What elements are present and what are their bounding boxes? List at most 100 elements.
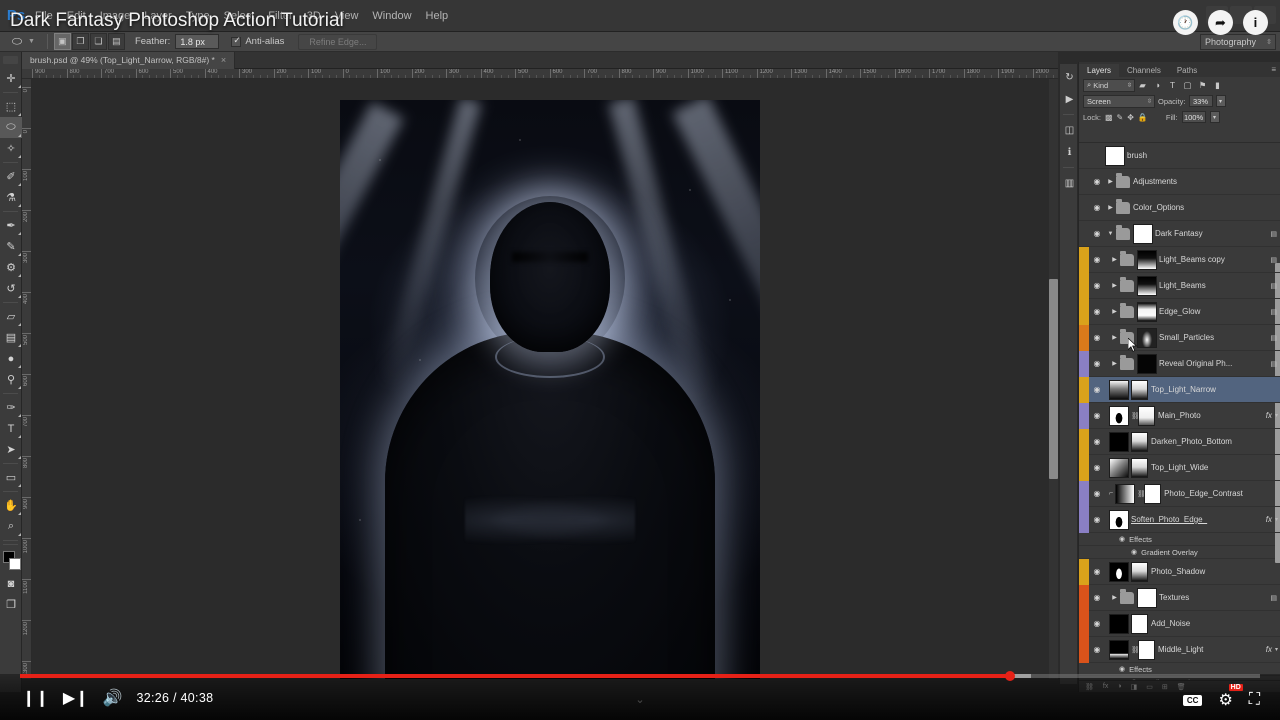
layer-visibility-icon[interactable]: ◉ bbox=[1089, 585, 1105, 611]
layer-visibility-icon[interactable]: ◉ bbox=[1089, 377, 1105, 403]
layer-color-label[interactable] bbox=[1079, 455, 1089, 481]
fullscreen-button[interactable]: ⛶ bbox=[1249, 691, 1260, 709]
next-video-button[interactable]: ▶❙ bbox=[63, 688, 89, 708]
canvas-scrollbar-thumb[interactable] bbox=[1049, 279, 1058, 479]
layer-mask-thumbnail[interactable] bbox=[1144, 484, 1161, 504]
layer-color-label[interactable] bbox=[1079, 195, 1089, 221]
layer-visibility-icon[interactable]: ◉ bbox=[1089, 507, 1105, 533]
lasso-tool-icon[interactable]: ⬭ bbox=[6, 33, 28, 51]
layer-name[interactable]: Top_Light_Narrow bbox=[1151, 385, 1280, 394]
layer-effects-row[interactable]: ◉Effects bbox=[1079, 533, 1280, 546]
dodge-tool[interactable]: ⚲ bbox=[0, 369, 22, 390]
layer-name[interactable]: Small_Particles bbox=[1159, 333, 1270, 342]
layer-row[interactable]: ◉▶Small_Particles▤ bbox=[1079, 325, 1280, 351]
layer-row[interactable]: ◉ Top_Light_Narrow bbox=[1079, 377, 1280, 403]
layer-visibility-icon[interactable]: ◉ bbox=[1089, 247, 1105, 273]
filter-smart-object-icon[interactable]: ⚑ bbox=[1195, 79, 1210, 92]
layer-thumbnail[interactable] bbox=[1137, 276, 1157, 296]
layer-name[interactable]: Light_Beams copy bbox=[1159, 255, 1270, 264]
layer-row[interactable]: ◉▶Color_Options bbox=[1079, 195, 1280, 221]
layer-name[interactable]: brush bbox=[1127, 151, 1280, 160]
layer-thumbnail[interactable] bbox=[1109, 432, 1129, 452]
layer-name[interactable]: Color_Options bbox=[1133, 203, 1280, 212]
fill-value[interactable]: 100% bbox=[1182, 111, 1206, 123]
actions-panel-icon[interactable]: ▥ bbox=[1060, 172, 1079, 194]
layer-name[interactable]: Soften_Photo_Edge_ bbox=[1131, 515, 1266, 524]
subtract-from-selection-button[interactable]: ❏ bbox=[90, 33, 107, 50]
path-selection-tool[interactable]: ➤ bbox=[0, 439, 22, 460]
layer-row[interactable]: ◉⛓Main_Photofx▾ bbox=[1079, 403, 1280, 429]
eye-icon[interactable]: ◉ bbox=[1119, 665, 1125, 673]
filter-type-icon[interactable]: T bbox=[1165, 79, 1180, 92]
progress-scrubber[interactable] bbox=[1005, 671, 1015, 681]
rectangle-tool[interactable]: ▭ bbox=[0, 467, 22, 488]
layer-visibility-icon[interactable]: ◉ bbox=[1089, 429, 1105, 455]
layer-visibility-icon[interactable]: ◉ bbox=[1089, 611, 1105, 637]
layer-row[interactable]: ◉Top_Light_Wide bbox=[1079, 455, 1280, 481]
layer-row[interactable]: ◉ Darken_Photo_Bottom bbox=[1079, 429, 1280, 455]
zoom-tool[interactable]: ⌕ bbox=[0, 516, 22, 537]
rectangular-marquee-tool[interactable]: ⬚ bbox=[0, 96, 22, 117]
layer-color-label[interactable] bbox=[1079, 377, 1089, 403]
layer-color-label[interactable] bbox=[1079, 299, 1089, 325]
canvas-scrollbar-track[interactable] bbox=[1049, 79, 1058, 679]
actions-play-icon[interactable]: ▶ bbox=[1060, 88, 1079, 110]
layer-thumbnail[interactable] bbox=[1137, 588, 1157, 608]
layer-name[interactable]: Photo_Edge_Contrast bbox=[1164, 489, 1280, 498]
layer-thumbnail[interactable] bbox=[1137, 354, 1157, 374]
layer-name[interactable]: Textures bbox=[1159, 593, 1270, 602]
eyedropper-tool[interactable]: ⚗ bbox=[0, 187, 22, 208]
layer-visibility-icon[interactable] bbox=[1089, 143, 1105, 169]
layer-color-label[interactable] bbox=[1079, 559, 1089, 585]
document-tab[interactable]: brush.psd @ 49% (Top_Light_Narrow, RGB/8… bbox=[22, 52, 235, 69]
intersect-selection-button[interactable]: ▤ bbox=[108, 33, 125, 50]
spot-healing-brush-tool[interactable]: ✒ bbox=[0, 215, 22, 236]
layer-visibility-icon[interactable]: ◉ bbox=[1089, 351, 1105, 377]
layer-name[interactable]: Top_Light_Wide bbox=[1151, 463, 1280, 472]
layer-mask-thumbnail[interactable] bbox=[1138, 640, 1155, 660]
layer-name[interactable]: Adjustments bbox=[1133, 177, 1280, 186]
layer-row[interactable]: ◉⌐⛓Photo_Edge_Contrast bbox=[1079, 481, 1280, 507]
pause-button[interactable]: ❙❙ bbox=[22, 688, 49, 708]
type-tool[interactable]: T bbox=[0, 418, 22, 439]
layer-list[interactable]: brush◉▶Adjustments◉▶Color_Options◉▼Dark … bbox=[1079, 142, 1280, 680]
layer-expand-chevron-icon[interactable]: ▶ bbox=[1109, 308, 1120, 315]
layer-color-label[interactable] bbox=[1079, 169, 1089, 195]
layer-row[interactable]: ◉▶Reveal Original Ph...▤ bbox=[1079, 351, 1280, 377]
info-panel-icon[interactable]: ℹ bbox=[1060, 141, 1079, 163]
history-brush-tool[interactable]: ↺ bbox=[0, 278, 22, 299]
layer-name[interactable]: Dark Fantasy bbox=[1155, 229, 1270, 238]
add-to-selection-button[interactable]: ❐ bbox=[72, 33, 89, 50]
tool-preset-chevron-icon[interactable]: ▼ bbox=[28, 38, 35, 45]
layer-thumbnail[interactable] bbox=[1109, 406, 1129, 426]
panel-menu-icon[interactable]: ≡ bbox=[1271, 65, 1276, 74]
layer-effects-fx-icon[interactable]: fx bbox=[1266, 515, 1272, 524]
lock-transparent-pixels-icon[interactable]: ▩ bbox=[1105, 113, 1113, 122]
layer-effect-item[interactable]: ◉Gradient Overlay bbox=[1079, 546, 1280, 559]
layer-expand-chevron-icon[interactable]: ▶ bbox=[1109, 334, 1120, 341]
layer-color-label[interactable] bbox=[1079, 429, 1089, 455]
layer-name[interactable]: Add_Noise bbox=[1151, 619, 1280, 628]
layer-visibility-icon[interactable]: ◉ bbox=[1089, 325, 1105, 351]
feather-input[interactable]: 1.8 px bbox=[175, 34, 219, 49]
panel-tab-channels[interactable]: Channels bbox=[1119, 64, 1169, 77]
layer-name[interactable]: Darken_Photo_Bottom bbox=[1151, 437, 1280, 446]
layer-thumbnail[interactable] bbox=[1109, 640, 1129, 660]
layer-thumbnail[interactable] bbox=[1137, 250, 1157, 270]
anti-alias-checkbox[interactable]: Anti-alias bbox=[231, 36, 284, 47]
menu-item-window[interactable]: Window bbox=[365, 0, 418, 32]
filter-shape-icon[interactable]: ▢ bbox=[1180, 79, 1195, 92]
layer-color-label[interactable] bbox=[1079, 585, 1089, 611]
lock-position-icon[interactable]: ✥ bbox=[1127, 113, 1134, 122]
layer-row[interactable]: ◉⛓Middle_Lightfx▾ bbox=[1079, 637, 1280, 663]
layer-row[interactable]: ◉ Add_Noise bbox=[1079, 611, 1280, 637]
layer-visibility-icon[interactable]: ◉ bbox=[1089, 403, 1105, 429]
layer-row[interactable]: ◉▶Light_Beams copy▤ bbox=[1079, 247, 1280, 273]
layer-expand-chevron-icon[interactable]: ▶ bbox=[1105, 178, 1116, 185]
foreground-background-color[interactable] bbox=[0, 549, 22, 573]
pen-tool[interactable]: ✑ bbox=[0, 397, 22, 418]
artboard[interactable] bbox=[340, 100, 760, 679]
layer-name[interactable]: Light_Beams bbox=[1159, 281, 1270, 290]
filter-adjustment-icon[interactable]: ◑ bbox=[1150, 79, 1165, 92]
layer-thumbnail[interactable] bbox=[1137, 328, 1157, 348]
